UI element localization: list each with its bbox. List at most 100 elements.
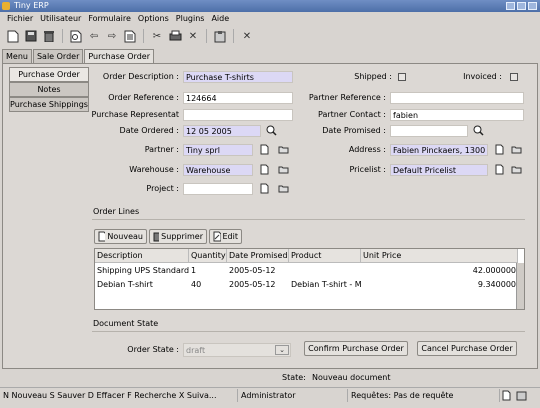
menu-aide[interactable]: Aide [211,12,229,25]
window-title: Tiny ERP [14,1,49,10]
close-window-icon[interactable] [528,2,537,10]
shipped-checkbox[interactable] [398,73,406,81]
state-value: Nouveau document [312,373,391,382]
document-icon[interactable] [494,144,505,155]
column-header-description[interactable]: Description [95,249,189,263]
tab-sale-order[interactable]: Sale Order [32,49,84,63]
column-header-unit-price[interactable]: Unit Price [361,249,518,263]
order-lines-title: Order Lines [93,207,140,216]
cancel-purchase-order-button[interactable]: Cancel Purchase Order [417,341,517,356]
order-state-label: Order State : [127,345,179,354]
attach-icon[interactable]: ✂ [150,29,164,43]
purchase-representative-field[interactable] [183,109,293,121]
cell-date-promised: 2005-05-12 [229,280,276,289]
tools-icon[interactable]: ✕ [186,29,200,43]
folder-open-icon[interactable] [278,164,289,175]
list-icon[interactable] [123,29,137,43]
table-scrollbar[interactable] [516,263,524,309]
menu-formulaire[interactable]: Formulaire [88,12,131,25]
clipboard-icon[interactable] [213,29,227,43]
document-icon[interactable] [494,164,505,175]
document-icon[interactable] [259,164,270,175]
partner-field[interactable]: Tiny sprl [183,144,253,156]
invoiced-label: Invoiced : [463,72,502,81]
menubar: Fichier Utilisateur Formulaire Options P… [0,12,540,25]
sidetab-notes[interactable]: Notes [9,82,89,97]
previous-icon[interactable]: ⇦ [87,29,101,43]
order-state-select[interactable]: draft ⌄ [183,343,291,357]
column-header-quantity[interactable]: Quantity [189,249,227,263]
order-state-value: draft [186,346,206,355]
table-row[interactable]: Shipping UPS Standard 1 2005-05-12 42.00… [95,265,518,277]
cell-product: Debian T-shirt - M [291,280,361,289]
minimize-icon[interactable] [506,2,515,10]
document-state-title: Document State [93,319,159,328]
pricelist-field[interactable]: Default Pricelist [390,164,488,176]
edit-icon [213,231,221,242]
folder-open-icon[interactable] [511,164,522,175]
current-user: Administrator [238,388,348,402]
cell-description: Debian T-shirt [97,280,153,289]
order-description-label: Order Description : [102,72,179,81]
tab-bar: Menu Sale Order Purchase Order [2,49,155,64]
confirm-purchase-order-button[interactable]: Confirm Purchase Order [304,341,408,356]
print-icon[interactable] [168,29,182,43]
delete-icon[interactable] [42,29,56,43]
calendar-zoom-icon[interactable] [473,125,484,136]
column-header-date-promised[interactable]: Date Promised [227,249,289,263]
partner-reference-field[interactable] [390,92,524,104]
folder-open-icon[interactable] [278,144,289,155]
cell-description: Shipping UPS Standard [97,266,189,275]
table-row[interactable]: Debian T-shirt 40 2005-05-12 Debian T-sh… [95,279,518,291]
new-icon [98,231,106,242]
date-promised-field[interactable] [390,125,468,137]
menu-plugins[interactable]: Plugins [176,12,205,25]
date-ordered-field[interactable]: 12 05 2005 [183,125,261,137]
menu-utilisateur[interactable]: Utilisateur [40,12,81,25]
order-reference-field[interactable]: 124664 [183,92,293,104]
order-lines-table: Description Quantity Date Promised Produ… [94,248,525,310]
delete-line-button[interactable]: Supprimer [149,229,207,244]
date-ordered-label: Date Ordered : [119,126,179,135]
menu-options[interactable]: Options [138,12,169,25]
requests-label: Requêtes: [351,390,392,400]
address-label: Address : [348,145,386,154]
edit-line-button[interactable]: Edit [209,229,242,244]
partner-contact-field[interactable]: fabien [390,109,524,121]
warehouse-field[interactable]: Warehouse [183,164,253,176]
document-icon[interactable] [259,183,270,194]
cell-unit-price: 9.340000 [477,280,516,289]
document-icon[interactable] [259,144,270,155]
new-icon[interactable] [6,29,20,43]
address-field[interactable]: Fabien Pinckaers, 1300 L [390,144,488,156]
save-icon[interactable] [24,29,38,43]
tab-purchase-order[interactable]: Purchase Order [84,49,154,64]
menu-fichier[interactable]: Fichier [7,12,33,25]
section-divider [92,331,525,332]
window-titlebar: Tiny ERP [0,0,540,12]
toolbar-separator [62,29,63,43]
sidetab-purchase-order[interactable]: Purchase Order [9,67,89,82]
close-icon[interactable]: ✕ [240,29,254,43]
new-line-button[interactable]: Nouveau [94,229,147,244]
maximize-icon[interactable] [517,2,526,10]
cell-date-promised: 2005-05-12 [229,266,276,275]
send-request-icon[interactable] [514,388,528,402]
project-field[interactable] [183,183,253,195]
toolbar-separator [143,29,144,43]
calendar-zoom-icon[interactable] [266,125,277,136]
partner-contact-label: Partner Contact : [318,110,386,119]
folder-open-icon[interactable] [511,144,522,155]
folder-open-icon[interactable] [278,183,289,194]
partner-reference-label: Partner Reference : [308,93,386,102]
column-header-product[interactable]: Product [289,249,361,263]
tab-menu[interactable]: Menu [2,49,32,63]
order-description-field[interactable]: Purchase T-shirts [183,71,293,83]
warehouse-label: Warehouse : [129,165,179,174]
read-requests-icon[interactable] [500,388,514,402]
invoiced-checkbox[interactable] [510,73,518,81]
sidetab-purchase-shippings[interactable]: Purchase Shippings [9,97,89,112]
chevron-down-icon[interactable]: ⌄ [275,345,289,355]
search-icon[interactable] [69,29,83,43]
next-icon[interactable]: ⇨ [105,29,119,43]
